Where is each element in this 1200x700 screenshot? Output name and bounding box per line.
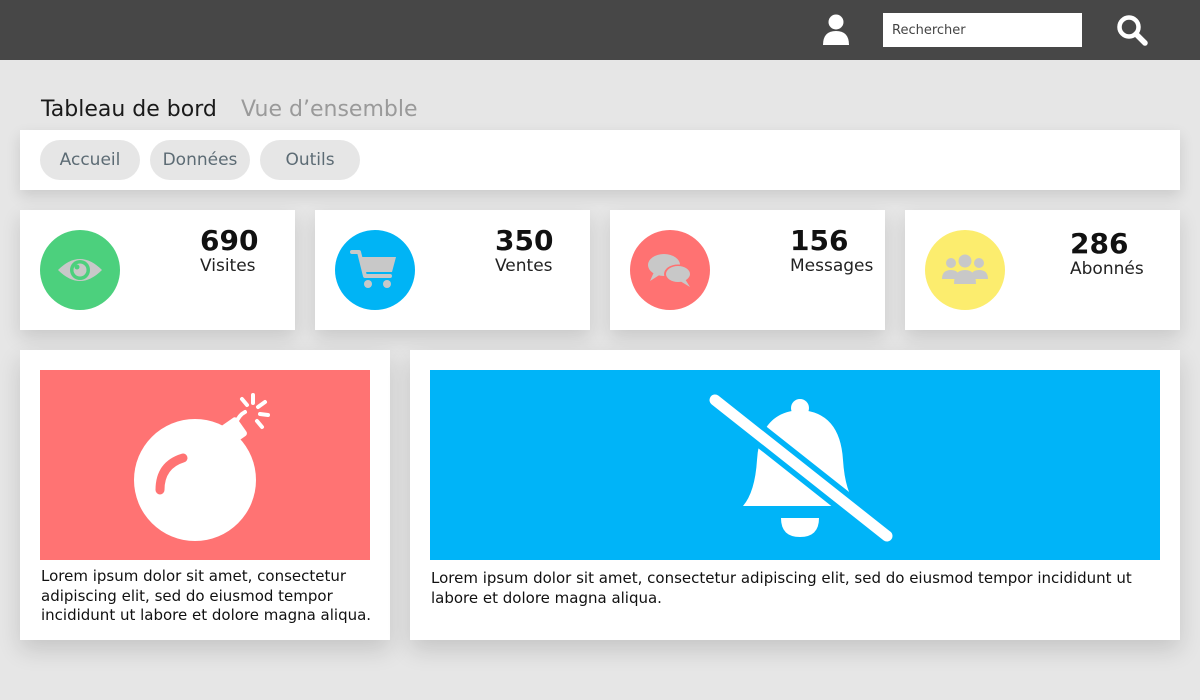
cart-icon xyxy=(350,250,396,288)
group-icon xyxy=(942,254,988,284)
bomb-icon xyxy=(134,393,270,541)
stat-circle xyxy=(925,230,1005,310)
stat-circle xyxy=(40,230,120,310)
user-button[interactable] xyxy=(818,12,854,48)
top-bar xyxy=(0,0,1200,60)
stat-label: Messages xyxy=(790,256,874,276)
search-button[interactable] xyxy=(1113,12,1151,48)
card-description: Lorem ipsum dolor sit amet, consectetur … xyxy=(431,569,1132,607)
magnifier-icon xyxy=(1117,15,1148,46)
stat-circle xyxy=(335,230,415,310)
stat-card-visites: 690 Visites xyxy=(20,210,295,330)
tab-accueil[interactable]: Accueil xyxy=(40,140,140,180)
user-icon xyxy=(823,14,849,45)
bomb-card: Lorem ipsum dolor sit amet, consectetur … xyxy=(20,350,390,640)
bell-slash-icon xyxy=(704,389,895,547)
stat-card-messages: 156 Messages xyxy=(610,210,885,330)
search-input[interactable] xyxy=(883,13,1082,47)
bomb-banner xyxy=(40,370,370,560)
stat-card-abonnes: 286 Abonnés xyxy=(905,210,1180,330)
stat-label: Abonnés xyxy=(1070,259,1144,279)
stat-value: 690 xyxy=(200,224,259,257)
stat-label: Visites xyxy=(200,256,256,276)
tab-donnees[interactable]: Données xyxy=(150,140,250,180)
tab-bar: Accueil Données Outils xyxy=(20,130,1180,190)
stat-card-ventes: 350 Ventes xyxy=(315,210,590,330)
card-description: Lorem ipsum dolor sit amet, consectetur … xyxy=(41,567,372,624)
stat-value: 350 xyxy=(495,224,554,257)
page-title: Tableau de bord xyxy=(41,97,217,122)
chat-icon xyxy=(648,254,692,287)
page-subtitle: Vue d’ensemble xyxy=(241,97,418,122)
notification-banner xyxy=(430,370,1160,560)
eye-icon xyxy=(58,259,102,281)
tab-outils[interactable]: Outils xyxy=(260,140,360,180)
stat-value: 156 xyxy=(790,224,849,257)
notification-card: Lorem ipsum dolor sit amet, consectetur … xyxy=(410,350,1180,640)
stat-value: 286 xyxy=(1070,227,1129,260)
stat-circle xyxy=(630,230,710,310)
stat-label: Ventes xyxy=(495,256,553,276)
